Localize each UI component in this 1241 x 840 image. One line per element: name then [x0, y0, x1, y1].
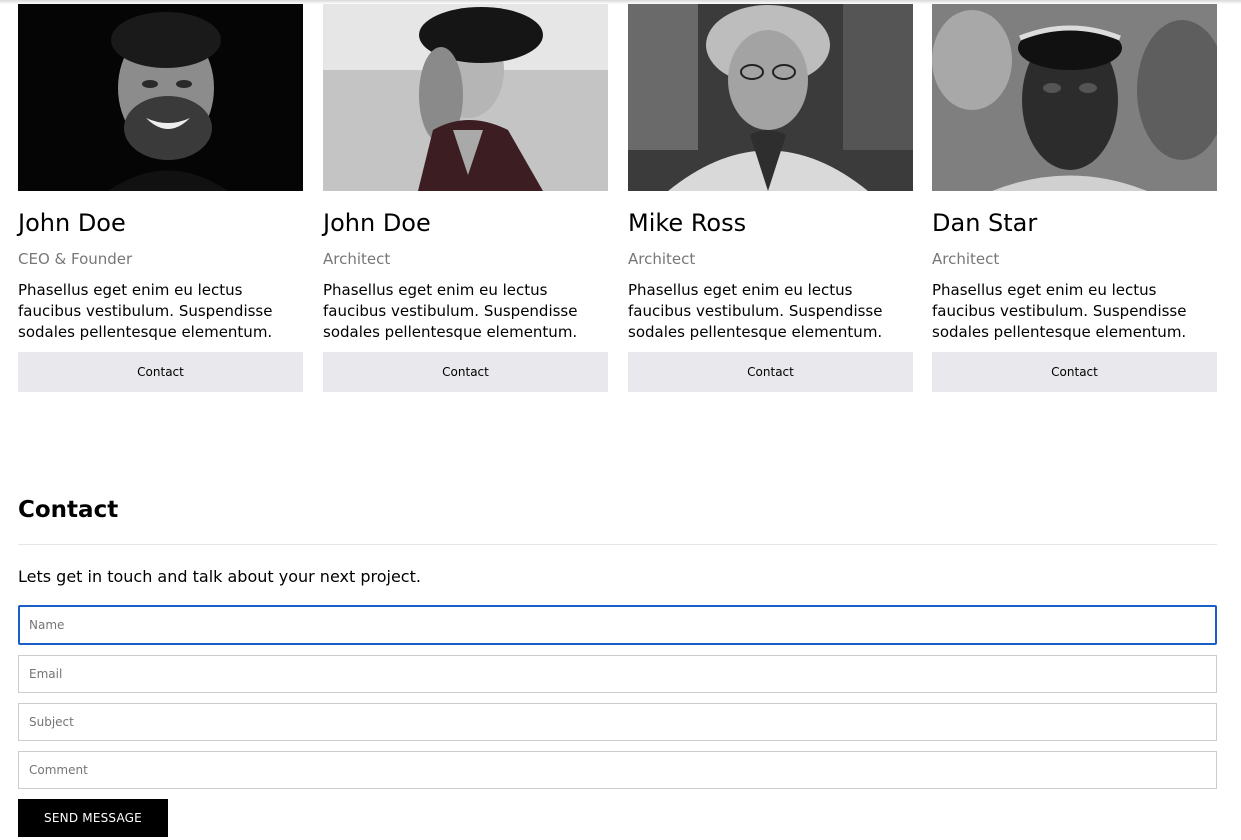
- team-card-2: John Doe Architect Phasellus eget enim e…: [323, 0, 608, 392]
- contact-lead-text: Lets get in touch and talk about your ne…: [18, 567, 421, 586]
- team-bio: Phasellus eget enim eu lectus faucibus v…: [18, 281, 273, 341]
- team-name: John Doe: [323, 209, 431, 237]
- team-name: John Doe: [18, 209, 126, 237]
- team-role: Architect: [932, 250, 1000, 268]
- send-message-button[interactable]: SEND MESSAGE: [18, 799, 168, 837]
- comment-input[interactable]: [18, 751, 1217, 789]
- team-photo-4: [932, 0, 1217, 191]
- team-card-1: John Doe CEO & Founder Phasellus eget en…: [18, 0, 303, 392]
- contact-button[interactable]: Contact: [932, 352, 1217, 392]
- team-role: CEO & Founder: [18, 250, 133, 268]
- team-photo-1: [18, 0, 303, 191]
- team-card-4: Dan Star Architect Phasellus eget enim e…: [932, 0, 1217, 392]
- email-input[interactable]: [18, 655, 1217, 693]
- top-shadow-bar: [0, 0, 1241, 4]
- team-role: Architect: [628, 250, 696, 268]
- team-photo-3: [628, 0, 913, 191]
- team-card-3: Mike Ross Architect Phasellus eget enim …: [628, 0, 913, 392]
- team-photo-2: [323, 0, 608, 191]
- team-role: Architect: [323, 250, 391, 268]
- contact-heading: Contact: [18, 497, 119, 523]
- section-divider: [18, 544, 1217, 545]
- name-input[interactable]: [18, 605, 1217, 645]
- team-name: Mike Ross: [628, 209, 747, 237]
- team-bio: Phasellus eget enim eu lectus faucibus v…: [628, 281, 883, 341]
- contact-button[interactable]: Contact: [323, 352, 608, 392]
- team-bio: Phasellus eget enim eu lectus faucibus v…: [932, 281, 1187, 341]
- team-bio: Phasellus eget enim eu lectus faucibus v…: [323, 281, 578, 341]
- team-name: Dan Star: [932, 209, 1038, 237]
- team-section: John Doe CEO & Founder Phasellus eget en…: [18, 0, 1217, 392]
- contact-button[interactable]: Contact: [18, 352, 303, 392]
- contact-button[interactable]: Contact: [628, 352, 913, 392]
- subject-input[interactable]: [18, 703, 1217, 741]
